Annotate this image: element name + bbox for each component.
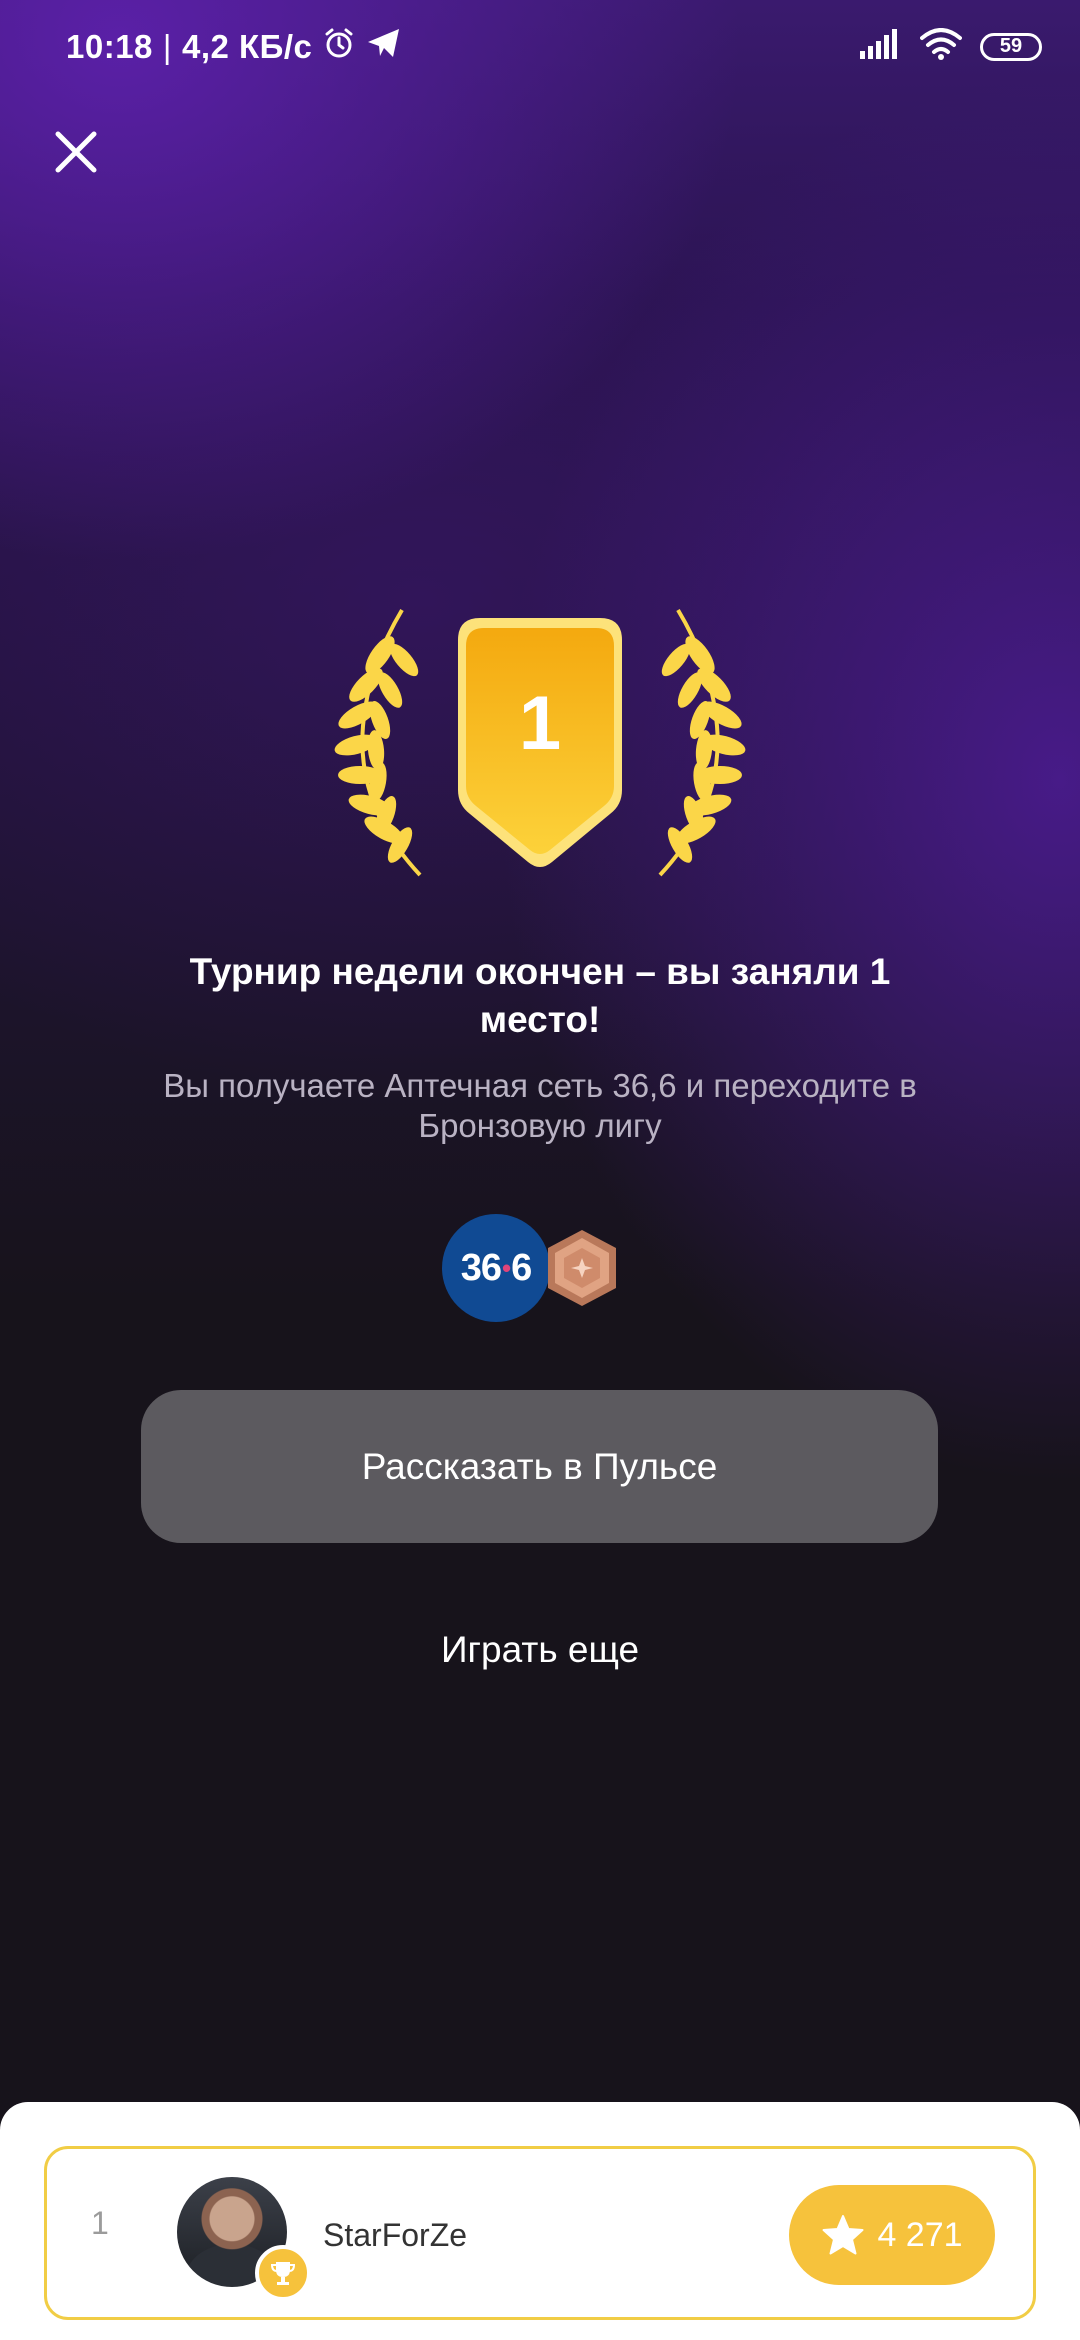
telegram-icon [366, 26, 402, 68]
network-speed: 4,2 КБ/с [181, 28, 313, 65]
battery-indicator: 59 [980, 32, 1042, 61]
leaderboard-username: StarForZe [323, 2217, 468, 2253]
result-subtitle: Вы получаете Аптечная сеть 36,6 и перехо… [163, 1067, 917, 1144]
rewards-row: 36 • 6 [440, 1212, 640, 1324]
signal-icon [860, 29, 902, 64]
close-button[interactable] [52, 128, 100, 176]
score-badge: 4 271 [789, 2185, 995, 2285]
score-value: 4 271 [877, 2215, 963, 2254]
pharmacy-reward-logo: 36 • 6 [442, 1214, 550, 1322]
tournament-result-screen: 10:18 | 4,2 КБ/с 59 1 Турнир недели окон… [0, 0, 1080, 2340]
pharmacy-logo-right: 6 [511, 1246, 532, 1289]
trophy-icon [255, 2245, 311, 2301]
close-icon [55, 131, 97, 173]
status-left: 10:18 | 4,2 КБ/с [66, 26, 402, 68]
pharmacy-logo-left: 36 [460, 1246, 502, 1289]
share-in-pulse-button[interactable]: Рассказать в Пульсе [141, 1390, 938, 1543]
place-medal: 1 [320, 600, 760, 890]
bronze-league-icon [540, 1226, 624, 1310]
star-icon [822, 2215, 864, 2255]
alarm-icon [322, 26, 356, 68]
leaderboard-sheet: 1 StarForZe 4 271 [0, 2102, 1080, 2340]
medal-place-number: 1 [518, 681, 562, 766]
play-again-button[interactable]: Играть еще [340, 1622, 740, 1678]
wifi-icon [920, 28, 962, 65]
battery-level: 59 [999, 35, 1023, 57]
leaderboard-rank: 1 [91, 2205, 109, 2241]
result-title: Турнир недели окончен – вы заняли 1 мест… [189, 951, 891, 1040]
status-bar: 10:18 | 4,2 КБ/с 59 [0, 0, 1080, 96]
pharmacy-logo-dot: • [502, 1252, 511, 1283]
leaderboard-row[interactable]: 1 StarForZe 4 271 [44, 2146, 1036, 2320]
share-button-label: Рассказать в Пульсе [361, 1445, 718, 1487]
status-right: 59 [860, 28, 1042, 65]
background-gradient [0, 0, 1080, 2340]
status-separator: | [162, 28, 172, 65]
status-time: 10:18 [66, 28, 153, 65]
